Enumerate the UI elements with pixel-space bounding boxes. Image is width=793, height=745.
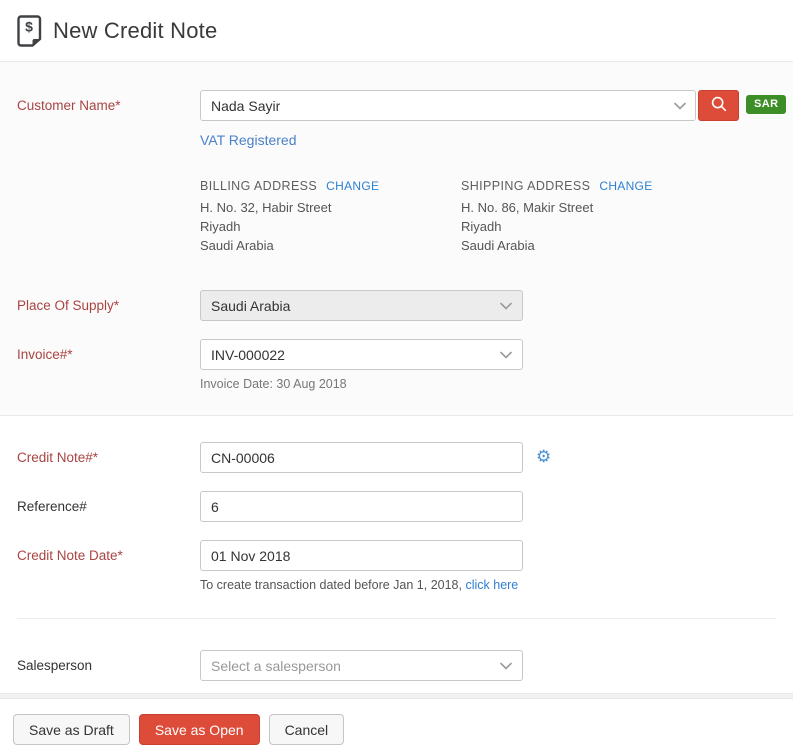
- invoice-label: Invoice#*: [17, 347, 73, 362]
- salesperson-row: Salesperson Select a salesperson: [0, 650, 793, 681]
- customer-name-input[interactable]: [200, 90, 696, 121]
- addresses: BILLING ADDRESS CHANGE H. No. 32, Habir …: [200, 179, 786, 255]
- click-here-link[interactable]: click here: [465, 578, 518, 592]
- shipping-address-title: SHIPPING ADDRESS: [461, 179, 591, 193]
- salesperson-select[interactable]: Select a salesperson: [200, 650, 523, 681]
- page-header: $ New Credit Note: [0, 0, 793, 62]
- customer-name-label: Customer Name*: [17, 98, 121, 113]
- shipping-address-line: Saudi Arabia: [461, 238, 535, 253]
- backdate-helper-note: To create transaction dated before Jan 1…: [200, 578, 776, 592]
- shipping-address-line: H. No. 86, Makir Street: [461, 200, 594, 215]
- customer-name-row: Customer Name* SAR: [0, 90, 793, 255]
- chevron-down-icon: [500, 662, 512, 670]
- customer-combobox[interactable]: [200, 90, 696, 121]
- place-of-supply-label: Place Of Supply*: [17, 298, 120, 313]
- place-of-supply-select[interactable]: Saudi Arabia: [200, 290, 523, 321]
- customer-search-button[interactable]: [698, 90, 739, 121]
- salesperson-placeholder: Select a salesperson: [211, 657, 341, 674]
- shipping-address-change-link[interactable]: CHANGE: [599, 179, 652, 193]
- credit-note-number-row: Credit Note#* ⚙: [0, 442, 793, 473]
- chevron-down-icon: [500, 351, 512, 359]
- invoice-value: INV-000022: [211, 346, 285, 363]
- footer-action-bar: Save as Draft Save as Open Cancel: [0, 699, 793, 745]
- gear-icon[interactable]: ⚙: [536, 448, 551, 465]
- section-divider: [17, 618, 776, 619]
- reference-label: Reference#: [17, 499, 87, 514]
- save-as-open-button[interactable]: Save as Open: [138, 714, 260, 745]
- place-of-supply-row: Place Of Supply* Saudi Arabia: [0, 290, 793, 321]
- save-as-draft-button[interactable]: Save as Draft: [13, 714, 130, 745]
- search-icon: [710, 95, 728, 116]
- reference-input[interactable]: [200, 491, 523, 522]
- shipping-address-line: Riyadh: [461, 219, 502, 234]
- credit-note-date-label: Credit Note Date*: [17, 548, 123, 563]
- chevron-down-icon: [500, 302, 512, 310]
- billing-address-line: Riyadh: [200, 219, 241, 234]
- credit-note-date-input[interactable]: [200, 540, 523, 571]
- svg-text:$: $: [25, 18, 33, 34]
- billing-address-title: BILLING ADDRESS: [200, 179, 318, 193]
- credit-note-number-input[interactable]: [200, 442, 523, 473]
- invoice-select[interactable]: INV-000022: [200, 339, 523, 370]
- page-title: New Credit Note: [53, 17, 218, 43]
- invoice-date-note: Invoice Date: 30 Aug 2018: [200, 377, 347, 391]
- billing-address: BILLING ADDRESS CHANGE H. No. 32, Habir …: [200, 179, 461, 255]
- billing-address-line: Saudi Arabia: [200, 238, 274, 253]
- shipping-address: SHIPPING ADDRESS CHANGE H. No. 86, Makir…: [461, 179, 722, 255]
- chevron-down-icon[interactable]: [674, 102, 686, 110]
- credit-note-icon: $: [17, 14, 43, 47]
- salesperson-label: Salesperson: [17, 658, 93, 673]
- cancel-button[interactable]: Cancel: [268, 714, 345, 745]
- reference-row: Reference#: [0, 491, 793, 522]
- customer-section: Customer Name* SAR: [0, 62, 793, 416]
- credit-note-date-row: Credit Note Date* To create transaction …: [0, 540, 793, 592]
- currency-badge: SAR: [746, 95, 787, 114]
- place-of-supply-value: Saudi Arabia: [211, 297, 291, 314]
- vat-registered-link[interactable]: VAT Registered: [200, 132, 297, 148]
- billing-address-change-link[interactable]: CHANGE: [326, 179, 379, 193]
- invoice-row: Invoice#* INV-000022 Invoice Date: 30 Au…: [0, 339, 793, 391]
- credit-note-number-label: Credit Note#*: [17, 450, 99, 465]
- backdate-helper-text: To create transaction dated before Jan 1…: [200, 578, 466, 592]
- credit-note-section: Credit Note#* ⚙ Reference# Credit Note D…: [0, 416, 793, 693]
- billing-address-line: H. No. 32, Habir Street: [200, 200, 332, 215]
